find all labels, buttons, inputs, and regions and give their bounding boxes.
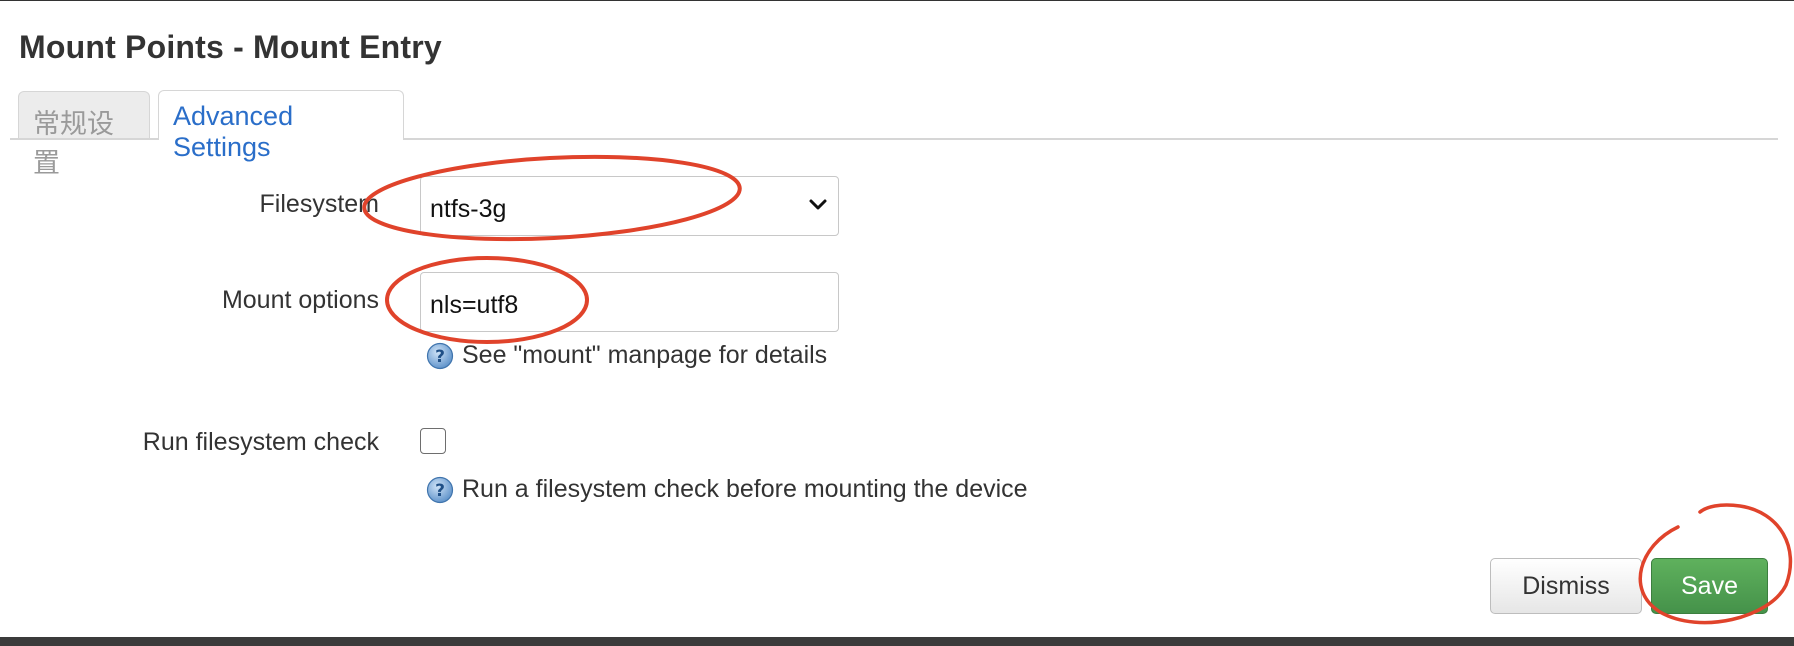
mount-options-input[interactable]: nls=utf8 [420, 272, 839, 332]
fs-check-help-text: Run a filesystem check before mounting t… [462, 475, 1028, 503]
tab-general-settings[interactable]: 常规设置 [18, 91, 150, 178]
dismiss-button[interactable]: Dismiss [1490, 558, 1642, 614]
mount-options-help-text: See "mount" manpage for details [462, 341, 828, 369]
mount-entry-dialog: Mount Points - Mount Entry 常规设置 Advanced… [0, 0, 1794, 637]
background-strip [0, 637, 1794, 646]
svg-text:?: ? [435, 481, 445, 501]
filesystem-label: Filesystem [259, 190, 379, 218]
help-icon: ? [426, 342, 454, 369]
filesystem-select[interactable]: ntfs-3g [420, 176, 839, 236]
fs-check-label: Run filesystem check [142, 428, 379, 456]
filesystem-select-value: ntfs-3g [430, 195, 507, 223]
mount-options-label: Mount options [221, 286, 379, 314]
chevron-down-icon [809, 199, 827, 210]
dialog-title: Mount Points - Mount Entry [19, 29, 442, 65]
save-button[interactable]: Save [1651, 558, 1768, 614]
fs-check-checkbox[interactable] [420, 428, 446, 454]
fs-check-help: ? Run a filesystem check before mounting… [426, 475, 1028, 504]
svg-text:?: ? [435, 347, 445, 367]
help-icon: ? [426, 476, 454, 503]
mount-options-help: ? See "mount" manpage for details [426, 341, 827, 370]
tab-advanced-settings[interactable]: Advanced Settings [158, 90, 404, 162]
